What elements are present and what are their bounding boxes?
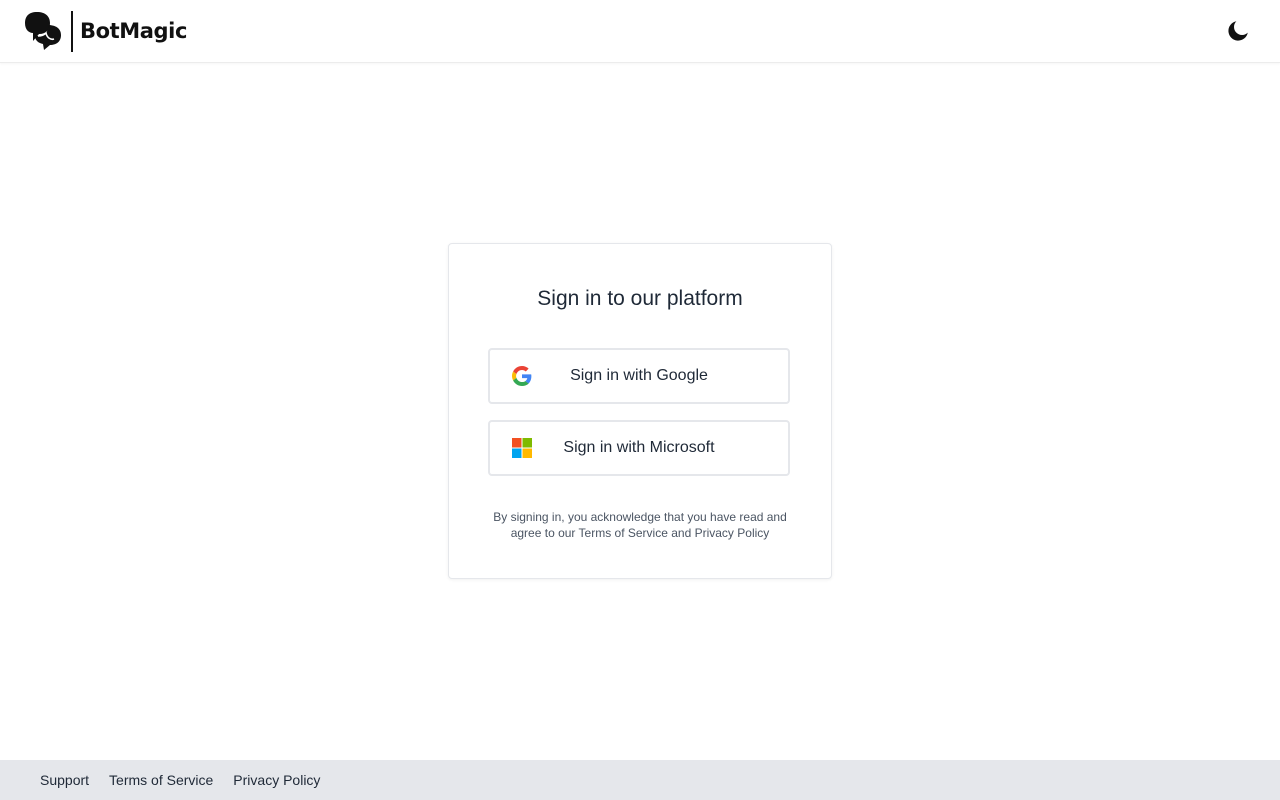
brand[interactable]: BotMagic	[24, 10, 187, 52]
brand-divider	[71, 10, 73, 52]
brand-name: BotMagic	[80, 19, 188, 43]
moon-icon	[1228, 21, 1248, 41]
legal-privacy-link[interactable]: Privacy Policy	[695, 526, 770, 540]
legal-notice: By signing in, you acknowledge that you …	[483, 509, 797, 541]
google-signin-button[interactable]: Sign in with Google	[488, 348, 790, 404]
footer-link-privacy[interactable]: Privacy Policy	[233, 772, 320, 788]
microsoft-signin-label: Sign in with Microsoft	[563, 439, 715, 456]
footer-link-terms[interactable]: Terms of Service	[109, 772, 213, 788]
chat-bubbles-icon	[25, 12, 61, 50]
footer-link-support[interactable]: Support	[40, 772, 89, 788]
google-icon	[512, 366, 532, 386]
legal-and: and	[667, 526, 695, 540]
top-header: BotMagic	[0, 0, 1280, 63]
microsoft-signin-button[interactable]: Sign in with Microsoft	[488, 420, 790, 476]
google-signin-label: Sign in with Google	[570, 367, 708, 384]
footer: Support Terms of Service Privacy Policy	[0, 760, 1280, 800]
page-title: Sign in to our platform	[537, 287, 743, 310]
microsoft-icon	[512, 438, 532, 458]
legal-terms-link[interactable]: Terms of Service	[579, 526, 668, 540]
signin-card: Sign in to our platform Sign in with Goo…	[448, 243, 832, 579]
theme-toggle-button[interactable]	[1221, 14, 1255, 48]
